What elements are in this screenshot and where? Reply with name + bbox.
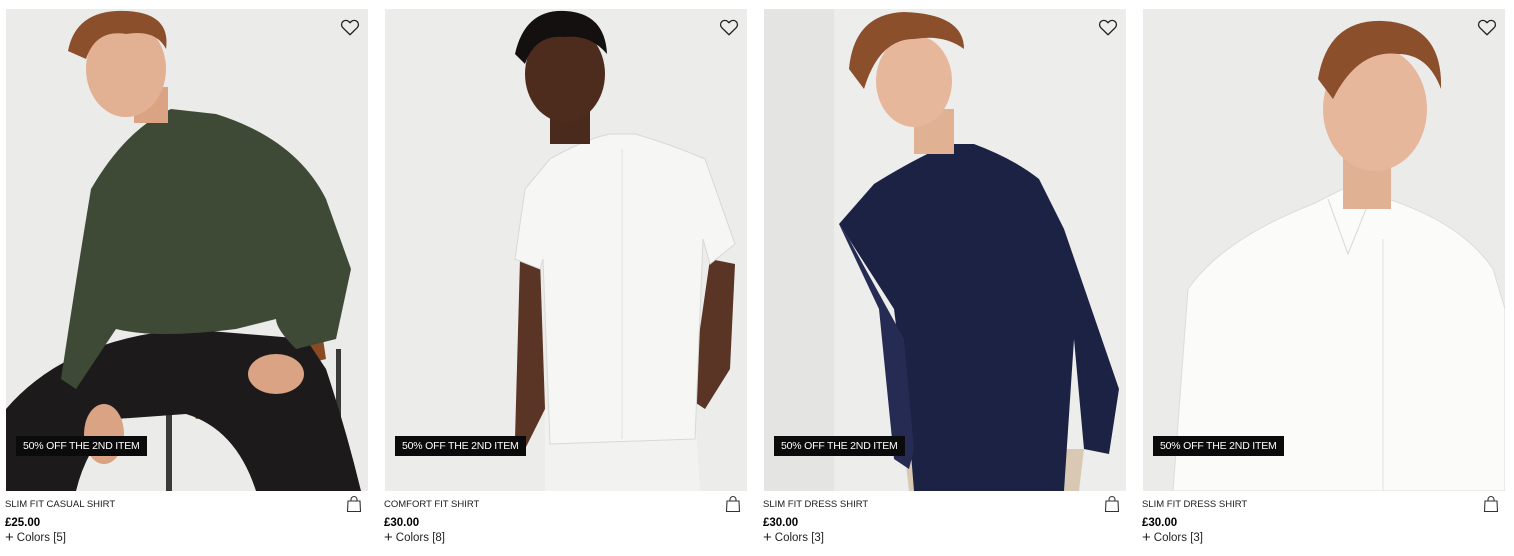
plus-icon: + — [384, 529, 393, 546]
product-image[interactable]: 50% OFF THE 2ND ITEM — [385, 9, 747, 491]
colors-label: Colors [3] — [1153, 532, 1203, 544]
product-info: SLIM FIT CASUAL SHIRT £25.00 + Colors [5… — [5, 491, 368, 555]
heart-icon — [1098, 19, 1118, 36]
shopping-bag-icon[interactable] — [1103, 495, 1121, 513]
product-name[interactable]: SLIM FIT CASUAL SHIRT — [5, 499, 115, 510]
heart-icon — [1477, 19, 1497, 36]
product-info: SLIM FIT DRESS SHIRT £30.00 + Colors [3] — [763, 491, 1126, 555]
wishlist-button[interactable] — [1096, 15, 1120, 39]
promo-badge: 50% OFF THE 2ND ITEM — [1153, 436, 1284, 456]
shopping-bag-icon[interactable] — [1482, 495, 1500, 513]
product-image[interactable]: 50% OFF THE 2ND ITEM — [764, 9, 1126, 491]
plus-icon: + — [1142, 529, 1151, 546]
product-info: COMFORT FIT SHIRT £30.00 + Colors [8] — [384, 491, 747, 555]
product-info: SLIM FIT DRESS SHIRT £30.00 + Colors [3] — [1142, 491, 1505, 555]
promo-badge: 50% OFF THE 2ND ITEM — [395, 436, 526, 456]
product-price: £25.00 — [5, 517, 41, 529]
product-name[interactable]: SLIM FIT DRESS SHIRT — [763, 499, 868, 510]
product-price: £30.00 — [763, 517, 799, 529]
model-photo — [6, 9, 368, 491]
colors-toggle[interactable]: + Colors [3] — [1142, 529, 1203, 546]
colors-label: Colors [5] — [16, 532, 66, 544]
wishlist-button[interactable] — [338, 15, 362, 39]
colors-label: Colors [8] — [395, 532, 445, 544]
product-price: £30.00 — [1142, 517, 1178, 529]
shopping-bag-icon[interactable] — [345, 495, 363, 513]
plus-icon: + — [5, 529, 14, 546]
product-card[interactable]: 50% OFF THE 2ND ITEM COMFORT FIT SHIRT £… — [384, 9, 747, 555]
product-grid: 50% OFF THE 2ND ITEM SLIM FIT CASUAL SHI… — [5, 9, 1505, 555]
shopping-bag-icon[interactable] — [724, 495, 742, 513]
promo-badge: 50% OFF THE 2ND ITEM — [774, 436, 905, 456]
model-photo — [764, 9, 1126, 491]
product-name[interactable]: COMFORT FIT SHIRT — [384, 499, 479, 510]
heart-icon — [340, 19, 360, 36]
wishlist-button[interactable] — [1475, 15, 1499, 39]
colors-toggle[interactable]: + Colors [5] — [5, 529, 66, 546]
product-image[interactable]: 50% OFF THE 2ND ITEM — [1143, 9, 1505, 491]
model-photo — [1143, 9, 1505, 491]
heart-icon — [719, 19, 739, 36]
wishlist-button[interactable] — [717, 15, 741, 39]
product-price: £30.00 — [384, 517, 420, 529]
product-card[interactable]: 50% OFF THE 2ND ITEM SLIM FIT CASUAL SHI… — [5, 9, 368, 555]
product-image[interactable]: 50% OFF THE 2ND ITEM — [6, 9, 368, 491]
colors-toggle[interactable]: + Colors [8] — [384, 529, 445, 546]
product-card[interactable]: 50% OFF THE 2ND ITEM SLIM FIT DRESS SHIR… — [1142, 9, 1505, 555]
colors-label: Colors [3] — [774, 532, 824, 544]
plus-icon: + — [763, 529, 772, 546]
model-photo — [385, 9, 747, 491]
promo-badge: 50% OFF THE 2ND ITEM — [16, 436, 147, 456]
product-card[interactable]: 50% OFF THE 2ND ITEM SLIM FIT DRESS SHIR… — [763, 9, 1126, 555]
product-name[interactable]: SLIM FIT DRESS SHIRT — [1142, 499, 1247, 510]
colors-toggle[interactable]: + Colors [3] — [763, 529, 824, 546]
